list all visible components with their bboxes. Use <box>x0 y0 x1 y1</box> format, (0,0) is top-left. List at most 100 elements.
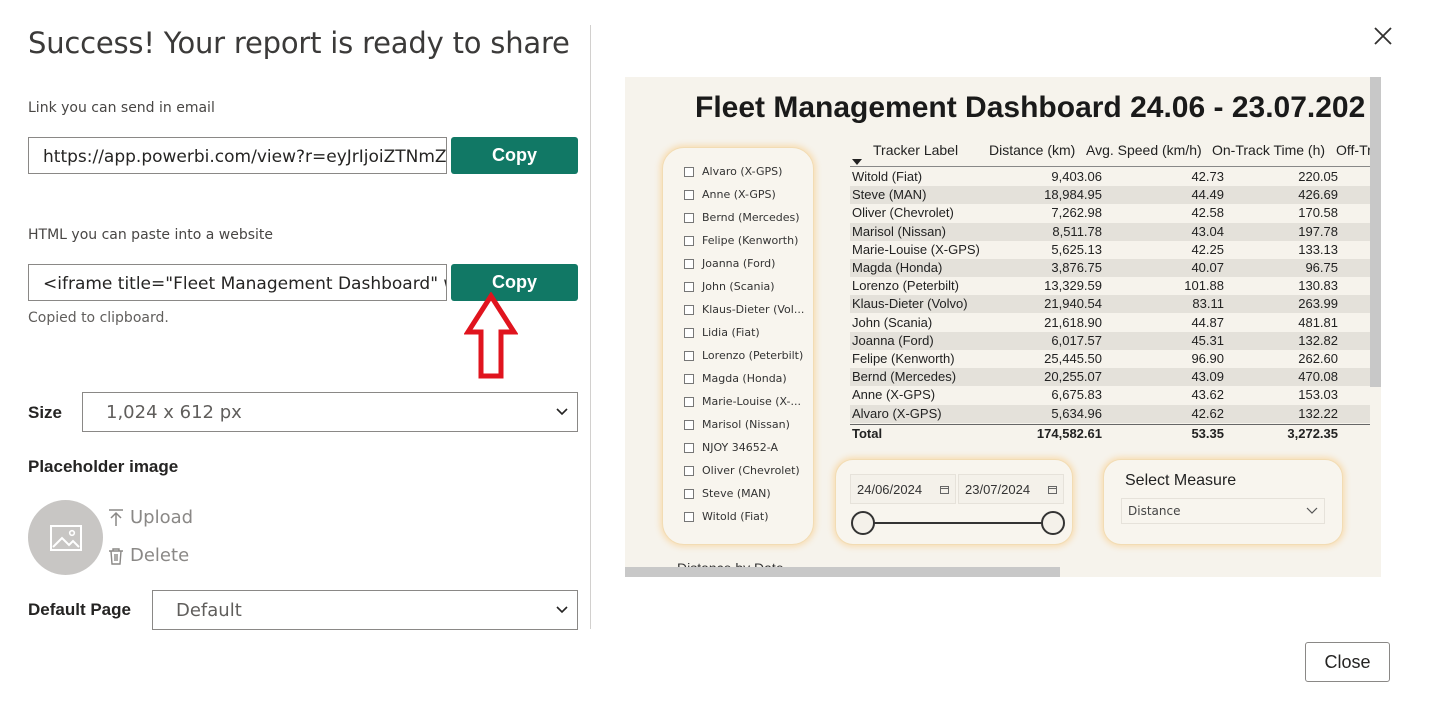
slicer-item[interactable]: Magda (Honda) <box>684 372 787 385</box>
slicer-item-label: John (Scania) <box>702 280 775 293</box>
checkbox[interactable] <box>684 488 694 499</box>
email-link-field[interactable]: https://app.powerbi.com/view?r=eyJrIjoiZ… <box>28 137 447 174</box>
slicer-item[interactable]: Alvaro (X-GPS) <box>684 165 782 178</box>
slicer-item-label: Marie-Louise (X-... <box>702 395 801 408</box>
table-cell: Marie-Louise (X-GPS) <box>852 241 980 257</box>
checkbox[interactable] <box>684 465 694 476</box>
checkbox[interactable] <box>684 373 694 384</box>
slicer-item[interactable]: Joanna (Ford) <box>684 257 775 270</box>
checkbox[interactable] <box>684 419 694 430</box>
column-header-avg-speed[interactable]: Avg. Speed (km/h) <box>1086 142 1202 158</box>
slicer-item[interactable]: John (Scania) <box>684 280 775 293</box>
slicer-item[interactable]: Bernd (Mercedes) <box>684 211 800 224</box>
slicer-item[interactable]: Marie-Louise (X-... <box>684 395 801 408</box>
slicer-item-label: Marisol (Nissan) <box>702 418 790 431</box>
table-row: Steve (MAN) 18,984.95 44.49 426.69 <box>850 186 1370 205</box>
table-cell: 153.03 <box>1298 387 1338 403</box>
column-header-off-track[interactable]: Off-Tr <box>1336 142 1372 158</box>
slicer-item[interactable]: Lorenzo (Peterbilt) <box>684 349 803 362</box>
checkbox[interactable] <box>684 258 694 269</box>
checkbox[interactable] <box>684 235 694 246</box>
slicer-item[interactable]: NJOY 34652-A <box>684 441 778 454</box>
delete-button[interactable]: Delete <box>108 545 189 566</box>
table-cell: 43.09 <box>1191 369 1224 385</box>
slicer-item[interactable]: Marisol (Nissan) <box>684 418 790 431</box>
table-cell: 101.88 <box>1184 278 1224 294</box>
measure-dropdown[interactable]: Distance <box>1121 498 1325 524</box>
slicer-item[interactable]: Steve (MAN) <box>684 487 771 500</box>
upload-button[interactable]: Upload <box>108 507 193 528</box>
checkbox[interactable] <box>684 166 694 177</box>
table-row: Lorenzo (Peterbilt) 13,329.59 101.88 130.83 <box>850 277 1370 295</box>
checkbox[interactable] <box>684 442 694 453</box>
checkbox[interactable] <box>684 212 694 223</box>
calendar-icon <box>1048 486 1057 494</box>
size-select[interactable]: 1,024 x 612 px <box>82 392 578 432</box>
placeholder-image-avatar <box>28 500 103 575</box>
slicer-item-label: Lorenzo (Peterbilt) <box>702 349 804 362</box>
table-cell: 13,329.59 <box>1044 278 1102 294</box>
copy-email-link-button[interactable]: Copy <box>451 137 578 174</box>
table-cell: 43.04 <box>1191 223 1224 239</box>
measure-title: Select Measure <box>1125 472 1237 489</box>
table-row: Magda (Honda) 3,876.75 40.07 96.75 <box>850 259 1370 277</box>
preview-horizontal-scrollbar[interactable] <box>625 567 1060 577</box>
embed-html-field[interactable]: <iframe title="Fleet Management Dashboar… <box>28 264 447 301</box>
slicer-item-label: Lidia (Fiat) <box>702 326 760 339</box>
start-date-input[interactable]: 24/06/2024 <box>850 474 956 504</box>
measure-selector: Select Measure Distance <box>1103 459 1343 545</box>
date-slider-track[interactable] <box>862 522 1054 524</box>
table-cell: 263.99 <box>1298 296 1338 312</box>
table-cell: 45.31 <box>1191 332 1224 348</box>
upload-icon <box>109 508 123 526</box>
close-button[interactable]: Close <box>1305 642 1390 682</box>
checkbox[interactable] <box>684 511 694 522</box>
date-slider-start-handle[interactable] <box>851 511 875 535</box>
image-icon <box>49 524 82 551</box>
checkbox[interactable] <box>684 396 694 407</box>
table-cell: 44.87 <box>1191 314 1224 330</box>
checkbox[interactable] <box>684 281 694 292</box>
date-slider-end-handle[interactable] <box>1041 511 1065 535</box>
slicer-item[interactable]: Anne (X-GPS) <box>684 188 776 201</box>
email-link-label: Link you can send in email <box>28 100 215 116</box>
table-cell: 170.58 <box>1298 205 1338 221</box>
slicer-item[interactable]: Felipe (Kenworth) <box>684 234 798 247</box>
table-cell: 132.82 <box>1298 332 1338 348</box>
table-cell: John (Scania) <box>852 314 933 330</box>
checkbox[interactable] <box>684 189 694 200</box>
column-header-distance[interactable]: Distance (km) <box>989 142 1075 158</box>
trash-icon <box>109 547 123 565</box>
sort-descending-icon <box>852 159 862 165</box>
measure-dropdown-value: Distance <box>1128 504 1181 518</box>
delete-label: Delete <box>130 545 190 566</box>
table-cell: 7,262.98 <box>1051 205 1102 221</box>
slicer-item-label: NJOY 34652-A <box>702 441 778 454</box>
checkbox[interactable] <box>684 304 694 315</box>
default-page-select[interactable]: Default <box>152 590 578 630</box>
checkbox[interactable] <box>684 350 694 361</box>
slicer-item-label: Witold (Fiat) <box>702 510 769 523</box>
slicer-item-label: Steve (MAN) <box>702 487 771 500</box>
slicer-item[interactable]: Klaus-Dieter (Vol... <box>684 303 804 316</box>
checkbox[interactable] <box>684 327 694 338</box>
end-date-input[interactable]: 23/07/2024 <box>958 474 1064 504</box>
share-dialog: Success! Your report is ready to share L… <box>0 0 1429 703</box>
table-cell: 174,582.61 <box>1036 425 1102 441</box>
column-header-on-track[interactable]: On-Track Time (h) <box>1212 142 1325 158</box>
dialog-title: Success! Your report is ready to share <box>28 26 570 60</box>
table-cell: 25,445.50 <box>1044 351 1102 366</box>
red-arrow-annotation-icon <box>464 292 518 379</box>
slicer-item[interactable]: Oliver (Chevrolet) <box>684 464 800 477</box>
table-cell: 43.62 <box>1191 387 1224 403</box>
close-icon[interactable] <box>1372 25 1394 47</box>
table-cell: 40.07 <box>1191 260 1224 275</box>
column-header-tracker[interactable]: Tracker Label <box>873 142 958 158</box>
table-cell: 20,255.07 <box>1044 369 1102 385</box>
slicer-item[interactable]: Witold (Fiat) <box>684 510 769 523</box>
slicer-item[interactable]: Lidia (Fiat) <box>684 326 760 339</box>
table-cell: Alvaro (X-GPS) <box>852 405 942 421</box>
preview-vertical-scrollbar[interactable] <box>1370 77 1381 387</box>
tracker-slicer: Alvaro (X-GPS) Anne (X-GPS) Bernd (Mercede… <box>662 147 814 545</box>
end-date-value: 23/07/2024 <box>965 482 1031 497</box>
